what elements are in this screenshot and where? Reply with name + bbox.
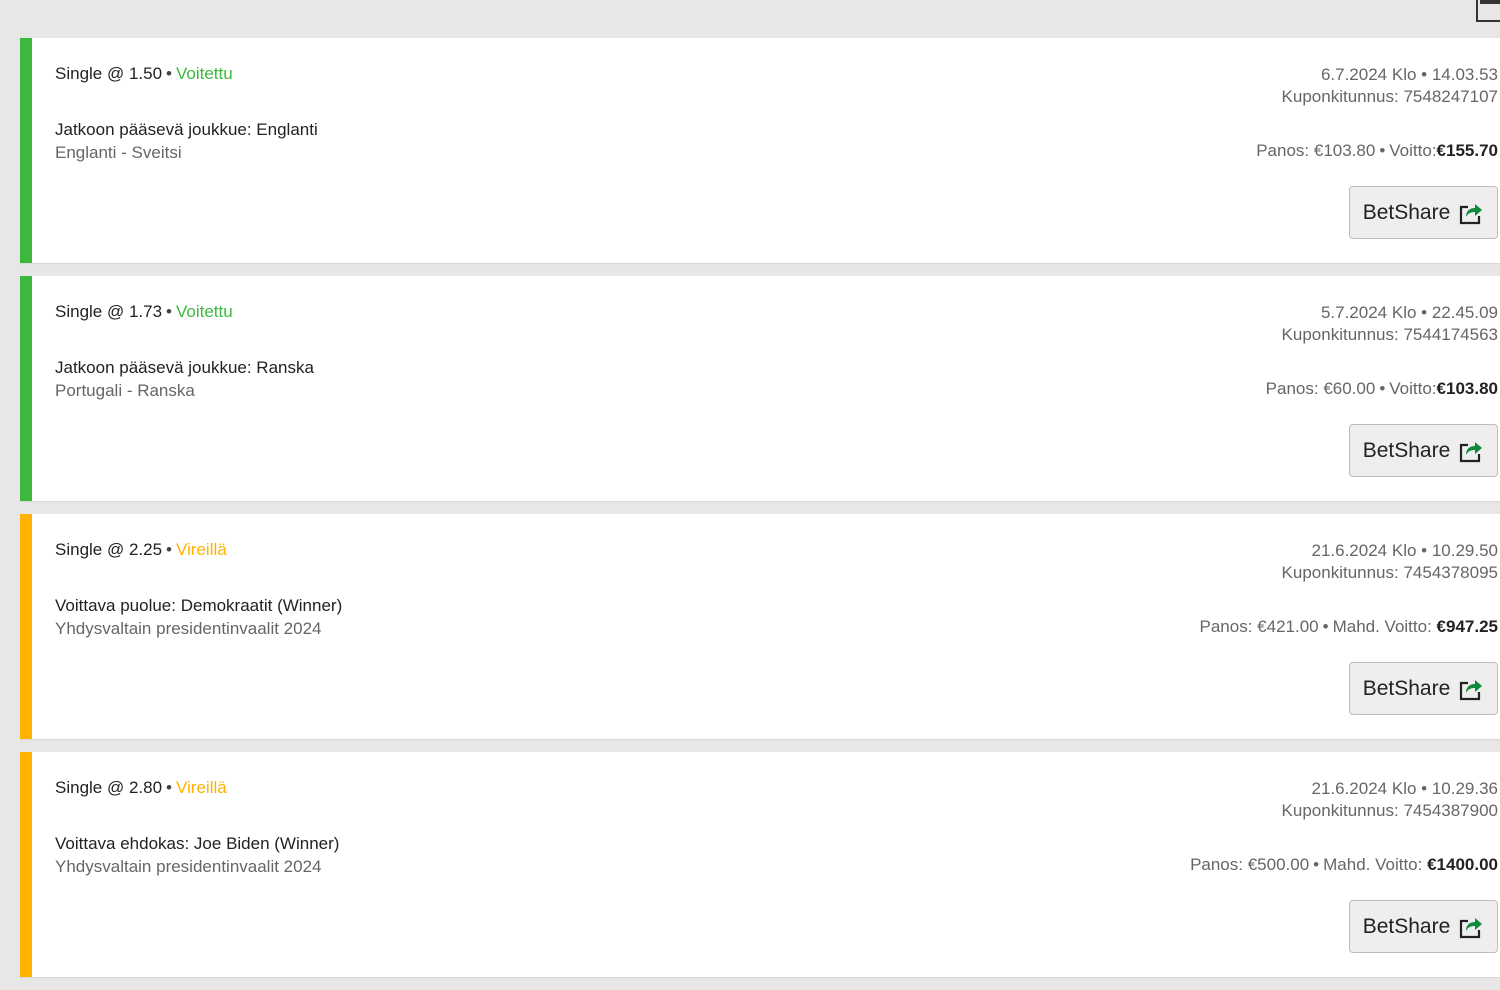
win-amount: €1400.00	[1427, 855, 1498, 874]
bet-type: Single @ 1.73	[55, 302, 163, 321]
bet-status: Voitettu	[176, 302, 233, 321]
share-icon	[1460, 917, 1483, 938]
share-icon	[1460, 441, 1483, 462]
stake: Panos: €103.80	[1256, 141, 1376, 160]
bet-meta: 5.7.2024 Klo • 22.45.09 Kuponkitunnus: 7…	[1282, 302, 1498, 346]
win-label: Voitto:	[1389, 379, 1437, 398]
share-icon	[1460, 679, 1483, 700]
bet-meta: 21.6.2024 Klo • 10.29.50 Kuponkitunnus: …	[1282, 540, 1498, 584]
bet-header: Single @ 2.80 • Vireillä	[55, 778, 227, 798]
betshare-label: BetShare	[1362, 200, 1451, 224]
bet-meta: 6.7.2024 Klo • 14.03.53 Kuponkitunnus: 7…	[1282, 64, 1498, 108]
coupon-id: Kuponkitunnus: 7454387900	[1281, 801, 1498, 820]
bet-header: Single @ 1.73 • Voitettu	[55, 302, 233, 322]
separator: •	[1379, 379, 1386, 398]
win-label: Mahd. Voitto:	[1332, 617, 1432, 636]
bet-selection: Jatkoon pääsevä joukkue: Ranska	[55, 358, 314, 377]
betshare-label: BetShare	[1362, 676, 1451, 700]
bet-selection: Jatkoon pääsevä joukkue: Englanti	[55, 120, 318, 139]
bet-date: 21.6.2024 Klo • 10.29.36	[1311, 779, 1499, 798]
betshare-label: BetShare	[1362, 438, 1451, 462]
win-amount: €103.80	[1436, 379, 1498, 398]
separator: •	[1379, 141, 1386, 160]
bet-status: Voitettu	[176, 64, 233, 83]
separator: •	[1313, 855, 1320, 874]
bet-selection: Voittava puolue: Demokraatit (Winner)	[55, 596, 343, 615]
coupon-id: Kuponkitunnus: 7544174563	[1281, 325, 1498, 344]
betshare-button[interactable]: BetShare	[1349, 662, 1498, 715]
bet-date: 6.7.2024 Klo • 14.03.53	[1320, 65, 1498, 84]
bet-card[interactable]: Single @ 2.80 • Vireillä Voittava ehdokas:…	[20, 752, 1500, 977]
win-amount: €155.70	[1436, 141, 1498, 160]
stake: Panos: €421.00	[1199, 617, 1319, 636]
bet-money: Panos: €60.00 • Voitto:€103.80	[1266, 379, 1498, 399]
betshare-label: BetShare	[1362, 914, 1451, 938]
bet-card[interactable]: Single @ 1.73 • Voitettu Jatkoon pääsevä j…	[20, 276, 1500, 501]
betshare-button[interactable]: BetShare	[1349, 186, 1498, 239]
corner-calendar-icon[interactable]	[1476, 0, 1500, 22]
stake: Panos: €500.00	[1190, 855, 1310, 874]
bet-event: Portugali - Ranska	[55, 381, 195, 400]
stake: Panos: €60.00	[1265, 379, 1376, 398]
bet-header: Single @ 1.50 • Voitettu	[55, 64, 233, 84]
separator: •	[166, 302, 172, 321]
bet-selection: Voittava ehdokas: Joe Biden (Winner)	[55, 834, 340, 853]
bet-history-list: Single @ 1.50 • Voitettu Jatkoon pääsevä j…	[20, 38, 1500, 990]
bet-event: Yhdysvaltain presidentinvaalit 2024	[55, 619, 322, 638]
win-amount: €947.25	[1436, 617, 1498, 636]
bet-meta: 21.6.2024 Klo • 10.29.36 Kuponkitunnus: …	[1282, 778, 1498, 822]
bet-card[interactable]: Single @ 2.25 • Vireillä Voittava puolue: …	[20, 514, 1500, 739]
separator: •	[166, 64, 172, 83]
bet-type: Single @ 2.80	[55, 778, 163, 797]
share-icon	[1460, 203, 1483, 224]
bet-event: Englanti - Sveitsi	[55, 143, 182, 162]
betshare-button[interactable]: BetShare	[1349, 900, 1498, 953]
bet-money: Panos: €421.00 • Mahd. Voitto: €947.25	[1200, 617, 1498, 637]
betshare-button[interactable]: BetShare	[1349, 424, 1498, 477]
separator: •	[1322, 617, 1329, 636]
bet-status: Vireillä	[176, 778, 227, 797]
separator: •	[166, 540, 172, 559]
coupon-id: Kuponkitunnus: 7454378095	[1281, 563, 1498, 582]
bet-date: 21.6.2024 Klo • 10.29.50	[1311, 541, 1499, 560]
separator: •	[166, 778, 172, 797]
bet-card[interactable]: Single @ 1.50 • Voitettu Jatkoon pääsevä j…	[20, 38, 1500, 263]
bet-money: Panos: €103.80 • Voitto:€155.70	[1256, 141, 1498, 161]
bet-status: Vireillä	[176, 540, 227, 559]
win-label: Mahd. Voitto:	[1323, 855, 1423, 874]
bet-event: Yhdysvaltain presidentinvaalit 2024	[55, 857, 322, 876]
bet-date: 5.7.2024 Klo • 22.45.09	[1320, 303, 1498, 322]
bet-money: Panos: €500.00 • Mahd. Voitto: €1400.00	[1190, 855, 1498, 875]
bet-header: Single @ 2.25 • Vireillä	[55, 540, 227, 560]
bet-type: Single @ 1.50	[55, 64, 163, 83]
coupon-id: Kuponkitunnus: 7548247107	[1281, 87, 1498, 106]
bet-type: Single @ 2.25	[55, 540, 163, 559]
win-label: Voitto:	[1389, 141, 1437, 160]
